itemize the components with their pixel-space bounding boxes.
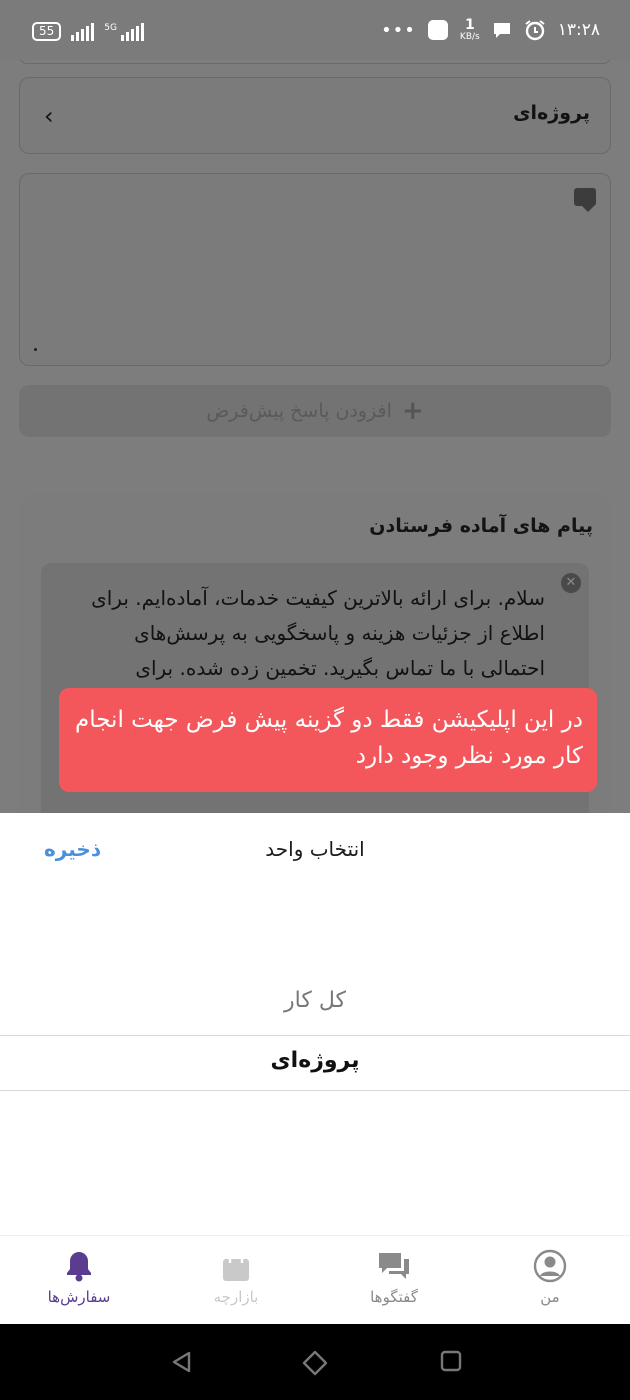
back-icon[interactable]	[170, 1350, 192, 1374]
system-nav-bar	[0, 1324, 630, 1400]
unit-select-field[interactable]: پروژه‌ای ‹	[19, 77, 611, 154]
alarm-icon	[525, 20, 545, 41]
nav-me-label: من	[540, 1288, 560, 1306]
previous-field	[19, 60, 611, 64]
signal-icon-2	[120, 22, 144, 41]
picker-divider-bottom	[0, 1090, 630, 1091]
description-textarea[interactable]	[19, 173, 611, 366]
home-icon[interactable]	[301, 1350, 329, 1376]
unit-select-value: پروژه‌ای	[513, 102, 590, 124]
add-default-reply-label: افزودن پاسخ پیش‌فرض	[206, 400, 392, 422]
network-type: 5G	[104, 22, 117, 33]
user-icon	[533, 1249, 567, 1283]
nav-me[interactable]: من	[490, 1248, 610, 1306]
nav-orders[interactable]: سفارش‌ها	[19, 1248, 139, 1306]
signal-icon	[71, 22, 95, 41]
option-whole-job[interactable]: کل کار	[0, 988, 630, 1013]
recents-icon[interactable]	[440, 1350, 462, 1372]
nav-chats[interactable]: گفتگوها	[334, 1248, 454, 1306]
comment-icon	[574, 188, 596, 212]
unit-picker-sheet: ذخیره انتخاب واحد کل کار پروژه‌ای	[0, 813, 630, 1235]
chevron-left-icon: ‹	[44, 102, 54, 130]
add-default-reply-button[interactable]: + افزودن پاسخ پیش‌فرض	[19, 385, 611, 437]
nav-chats-label: گفتگوها	[370, 1288, 418, 1306]
status-bar: 55 5G ••• 1 KB/s ۱۳:۲۸	[0, 0, 630, 60]
nav-bazaar-label: بازارچه	[213, 1288, 259, 1306]
shopping-bag-icon	[223, 1250, 249, 1281]
sheet-title: انتخاب واحد	[265, 837, 365, 861]
chat-icon	[379, 1253, 409, 1279]
bell-icon	[67, 1252, 91, 1282]
chat-notification-icon	[493, 23, 510, 38]
bottom-nav: سفارش‌ها بازارچه گفتگوها من	[0, 1235, 630, 1324]
option-project[interactable]: پروژه‌ای	[0, 1048, 630, 1073]
app-notification-icon	[427, 20, 448, 40]
nav-bazaar[interactable]: بازارچه	[176, 1248, 296, 1306]
ready-messages-title: پیام های آماده فرستادن	[369, 515, 593, 537]
plus-icon: +	[401, 396, 424, 426]
clock: ۱۳:۲۸	[557, 20, 600, 40]
picker-divider-top	[0, 1035, 630, 1036]
close-icon[interactable]: ✕	[561, 573, 581, 593]
nav-orders-label: سفارش‌ها	[47, 1288, 111, 1306]
network-speed: 1 KB/s	[459, 17, 480, 42]
battery-indicator: 55	[32, 22, 62, 41]
info-banner: در این اپلیکیشن فقط دو گزینه پیش فرض جهت…	[59, 688, 597, 792]
cursor-dot	[34, 348, 37, 351]
more-notifications-icon: •••	[381, 19, 416, 41]
